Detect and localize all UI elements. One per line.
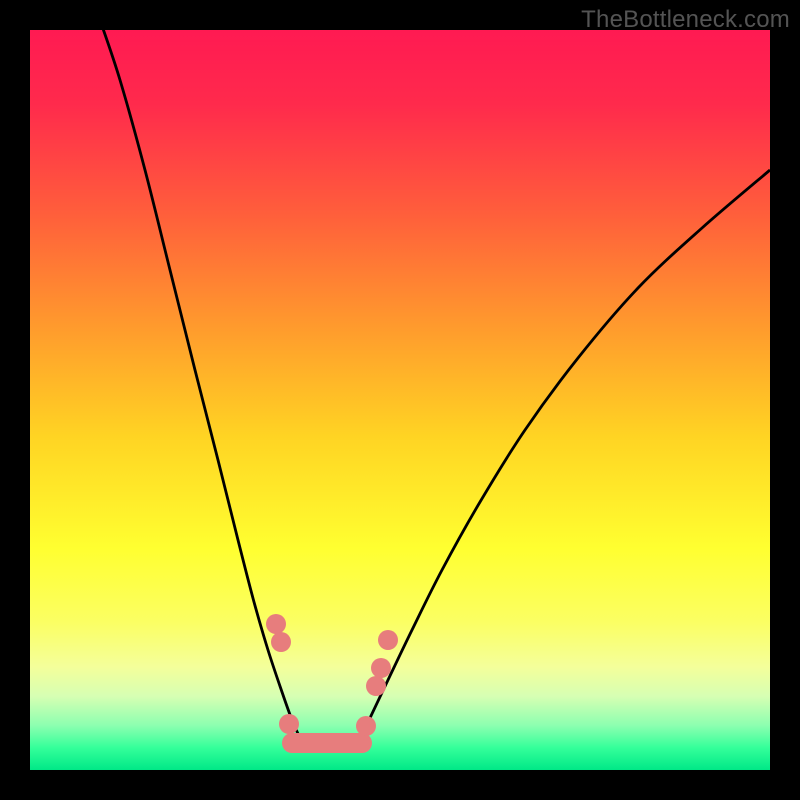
marker-dot [378, 630, 398, 650]
curves-layer [30, 30, 770, 770]
marker-dot [366, 676, 386, 696]
marker-dot [371, 658, 391, 678]
plot-area [30, 30, 770, 770]
marker-dot [279, 714, 299, 734]
chart-stage: TheBottleneck.com [0, 0, 800, 800]
marker-dot [271, 632, 291, 652]
marker-dot [266, 614, 286, 634]
marker-dot [356, 716, 376, 736]
watermark-text: TheBottleneck.com [581, 6, 790, 34]
series-right-curve [360, 170, 770, 738]
